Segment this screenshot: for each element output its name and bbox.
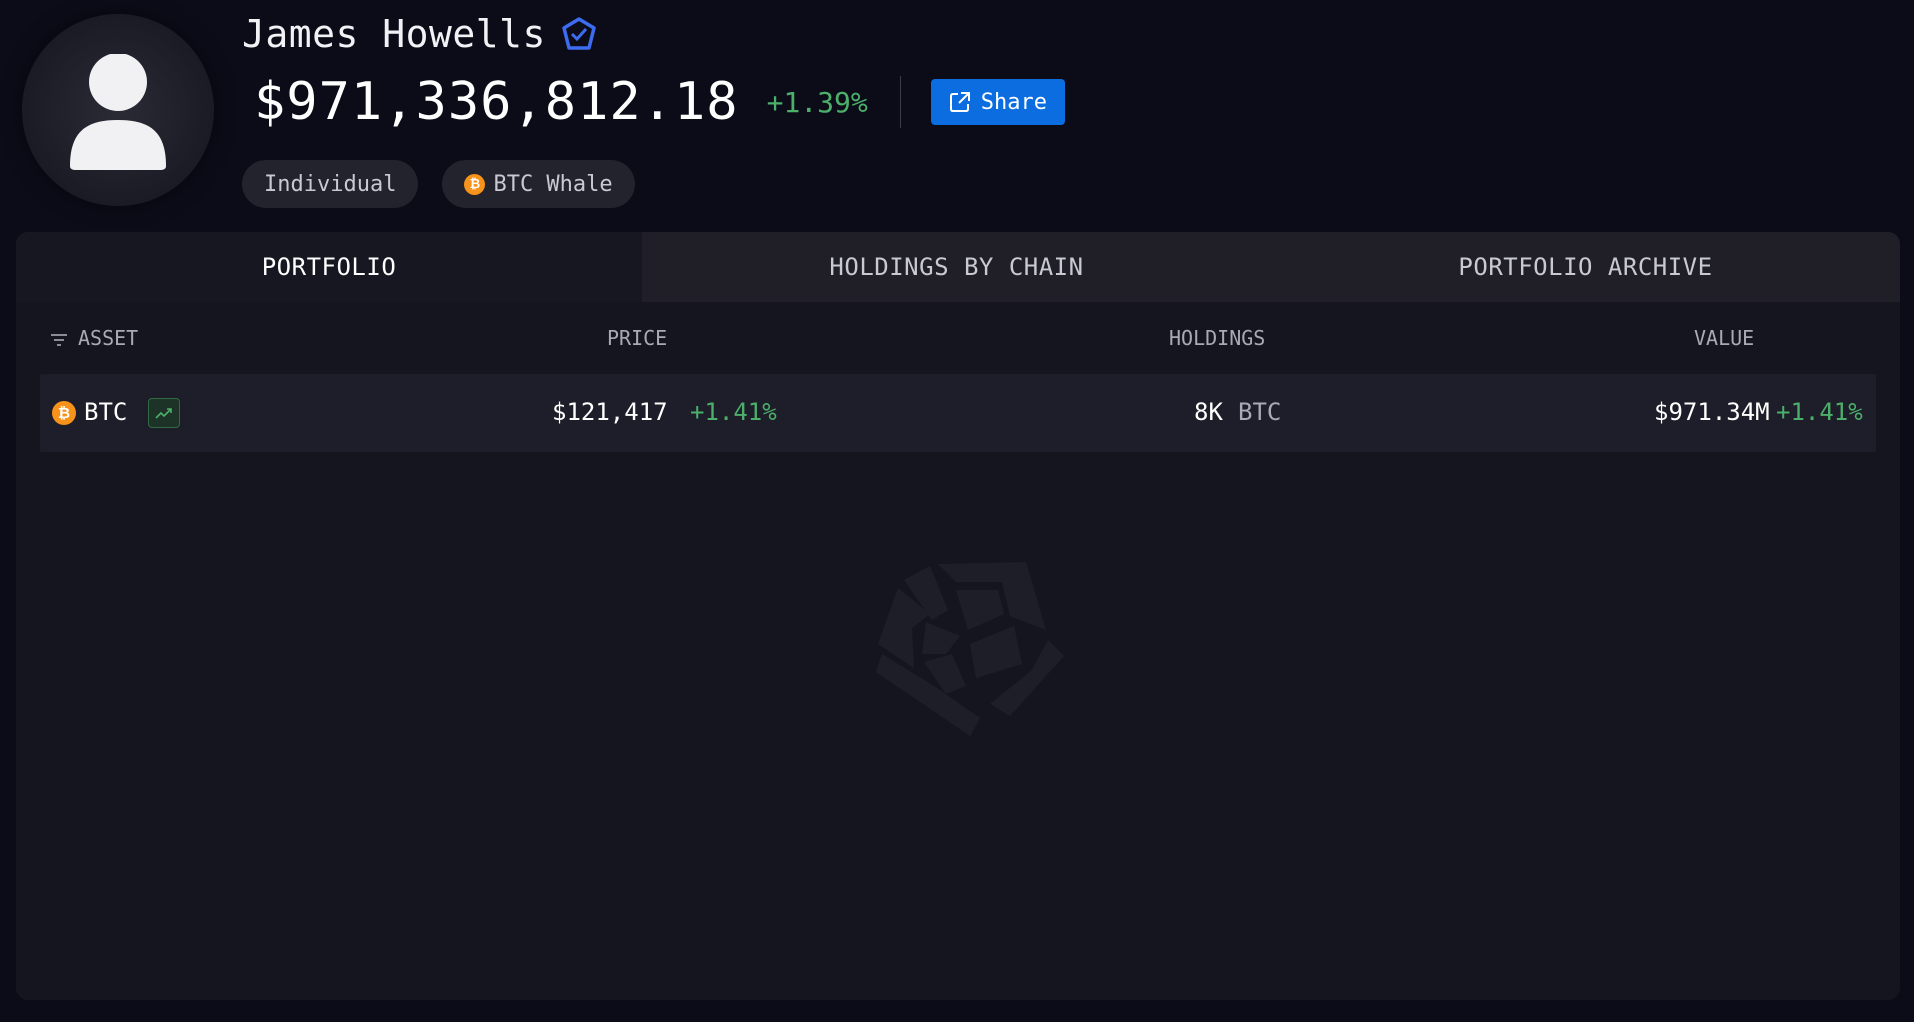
external-link-icon bbox=[949, 92, 970, 112]
share-button[interactable]: Share bbox=[930, 79, 1065, 125]
total-balance: $971,336,812.18 bbox=[254, 72, 739, 132]
asset-price: $121,417 bbox=[552, 398, 668, 426]
balance-row: $971,336,812.18 +1.39% Share bbox=[254, 72, 1065, 132]
balance-change: +1.39% bbox=[766, 85, 868, 119]
chart-trend-icon[interactable] bbox=[148, 398, 180, 428]
tag-btc-whale[interactable]: ₿ BTC Whale bbox=[442, 160, 635, 208]
arkham-logo-watermark-icon bbox=[876, 562, 1064, 736]
price-change: +1.41% bbox=[690, 398, 777, 426]
table-row[interactable]: ₿ BTC $121,417 +1.41% 8K BTC $971.34M +1… bbox=[40, 374, 1876, 452]
tag-individual[interactable]: Individual bbox=[242, 160, 419, 208]
tab-holdings-by-chain[interactable]: HOLDINGS BY CHAIN bbox=[642, 232, 1271, 302]
table-header: ASSET PRICE HOLDINGS VALUE bbox=[16, 326, 1900, 356]
column-header-price[interactable]: PRICE bbox=[607, 326, 667, 350]
verified-badge-icon bbox=[562, 17, 596, 50]
avatar bbox=[22, 14, 214, 206]
column-header-asset[interactable]: ASSET bbox=[78, 326, 138, 350]
bitcoin-icon: ₿ bbox=[464, 173, 486, 195]
tag-label: BTC Whale bbox=[493, 171, 613, 197]
holdings-amount: 8K bbox=[1194, 398, 1223, 426]
bitcoin-icon: ₿ bbox=[52, 401, 76, 425]
divider bbox=[899, 76, 901, 128]
profile-name: James Howells bbox=[242, 12, 546, 56]
asset-symbol: BTC bbox=[84, 398, 128, 426]
share-label: Share bbox=[980, 89, 1047, 115]
tab-bar: PORTFOLIO HOLDINGS BY CHAIN PORTFOLIO AR… bbox=[16, 232, 1900, 302]
holdings-unit: BTC bbox=[1238, 398, 1282, 426]
tab-portfolio-archive[interactable]: PORTFOLIO ARCHIVE bbox=[1271, 232, 1900, 302]
tag-label: Individual bbox=[264, 171, 397, 197]
profile-name-row: James Howells bbox=[242, 12, 596, 56]
column-header-value[interactable]: VALUE bbox=[1694, 326, 1754, 350]
asset-value: $971.34M bbox=[1654, 398, 1770, 426]
profile-tags: Individual ₿ BTC Whale bbox=[242, 160, 635, 208]
portfolio-panel: PORTFOLIO HOLDINGS BY CHAIN PORTFOLIO AR… bbox=[16, 232, 1900, 1000]
column-header-holdings[interactable]: HOLDINGS bbox=[1169, 326, 1265, 350]
user-silhouette-icon bbox=[70, 54, 166, 170]
value-change: +1.41% bbox=[1776, 398, 1863, 426]
filter-icon[interactable] bbox=[50, 328, 68, 352]
tab-portfolio[interactable]: PORTFOLIO bbox=[16, 232, 642, 302]
